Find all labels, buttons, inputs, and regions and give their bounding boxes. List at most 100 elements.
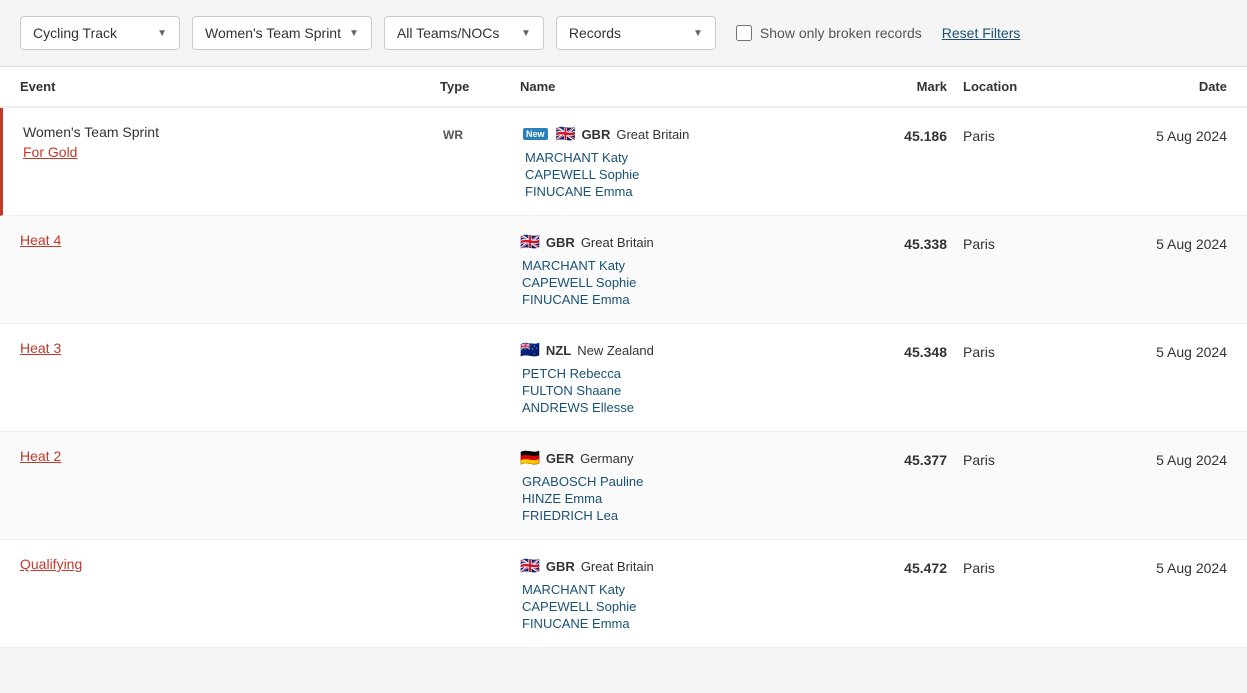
- category-dropdown-label: Records: [569, 25, 621, 41]
- team-code: GBR: [546, 235, 575, 250]
- team-name: Great Britain: [581, 559, 654, 574]
- location-value: Paris: [947, 448, 1067, 468]
- mark-value: 45.472: [827, 556, 947, 576]
- event-cell: Qualifying: [20, 556, 440, 572]
- event-cell: Women's Team SprintFor Gold: [23, 124, 443, 160]
- athlete-name: PETCH Rebecca: [520, 366, 827, 381]
- team-line: 🇩🇪 GER Germany: [520, 448, 827, 468]
- table-row: Qualifying 🇬🇧 GBR Great Britain MARCHANT Kat…: [0, 540, 1247, 648]
- athlete-name: MARCHANT Katy: [523, 150, 827, 165]
- name-cell: 🇳🇿 NZL New Zealand PETCH Rebecca FULTON Shaa…: [520, 340, 827, 415]
- team-name: New Zealand: [577, 343, 654, 358]
- header-location: Location: [947, 79, 1067, 94]
- teams-dropdown[interactable]: All Teams/NOCs ▼: [384, 16, 544, 50]
- reset-filters-button[interactable]: Reset Filters: [942, 25, 1021, 41]
- date-value: 5 Aug 2024: [1067, 556, 1227, 576]
- mark-value: 45.348: [827, 340, 947, 360]
- athlete-name: HINZE Emma: [520, 491, 827, 506]
- name-cell: 🇬🇧 GBR Great Britain MARCHANT Katy CAPEWELL …: [520, 556, 827, 631]
- athlete-name: MARCHANT Katy: [520, 582, 827, 597]
- team-line: 🇬🇧 GBR Great Britain: [520, 556, 827, 576]
- date-value: 5 Aug 2024: [1067, 340, 1227, 360]
- header-mark: Mark: [827, 79, 947, 94]
- table-body: Women's Team SprintFor GoldWRNew🇬🇧GBRGre…: [0, 108, 1247, 648]
- athlete-name: GRABOSCH Pauline: [520, 474, 827, 489]
- event-dropdown[interactable]: Women's Team Sprint ▼: [192, 16, 372, 50]
- flag-icon: 🇳🇿: [520, 340, 540, 360]
- header-event: Event: [20, 79, 440, 94]
- flag-icon: 🇬🇧: [520, 232, 540, 252]
- event-link[interactable]: Qualifying: [20, 556, 440, 572]
- team-code: NZL: [546, 343, 571, 358]
- name-cell: 🇬🇧 GBR Great Britain MARCHANT Katy CAPEWELL …: [520, 232, 827, 307]
- show-broken-text: Show only broken records: [760, 25, 922, 41]
- type-badge: [440, 556, 520, 560]
- show-broken-checkbox[interactable]: [736, 25, 752, 41]
- date-value: 5 Aug 2024: [1067, 124, 1227, 144]
- table-row: Heat 3 🇳🇿 NZL New Zealand PETCH Rebecca FULTO…: [0, 324, 1247, 432]
- event-cell: Heat 4: [20, 232, 440, 248]
- athlete-name: CAPEWELL Sophie: [520, 599, 827, 614]
- event-cell: Heat 2: [20, 448, 440, 464]
- date-value: 5 Aug 2024: [1067, 448, 1227, 468]
- team-code: GBR: [581, 127, 610, 142]
- event-chevron-icon: ▼: [349, 28, 359, 39]
- athlete-name: CAPEWELL Sophie: [523, 167, 827, 182]
- date-value: 5 Aug 2024: [1067, 232, 1227, 252]
- team-name: Great Britain: [616, 127, 689, 142]
- location-value: Paris: [947, 556, 1067, 576]
- table-row: Heat 2 🇩🇪 GER Germany GRABOSCH Pauline HINZE …: [0, 432, 1247, 540]
- athlete-name: CAPEWELL Sophie: [520, 275, 827, 290]
- team-code: GBR: [546, 559, 575, 574]
- sport-dropdown[interactable]: Cycling Track ▼: [20, 16, 180, 50]
- flag-icon: 🇬🇧: [556, 124, 576, 144]
- team-line: New🇬🇧GBRGreat Britain: [523, 124, 827, 144]
- table-header-row: Event Type Name Mark Location Date: [0, 67, 1247, 108]
- mark-value: 45.338: [827, 232, 947, 252]
- flag-icon: 🇩🇪: [520, 448, 540, 468]
- header-name: Name: [520, 79, 827, 94]
- sport-chevron-icon: ▼: [157, 28, 167, 39]
- category-chevron-icon: ▼: [693, 28, 703, 39]
- type-badge: WR: [443, 124, 523, 142]
- team-name: Great Britain: [581, 235, 654, 250]
- mark-value: 45.186: [827, 124, 947, 144]
- flag-icon: 🇬🇧: [520, 556, 540, 576]
- event-cell: Heat 3: [20, 340, 440, 356]
- event-link[interactable]: Heat 4: [20, 232, 440, 248]
- mark-value: 45.377: [827, 448, 947, 468]
- header-type: Type: [440, 79, 520, 94]
- name-cell: New🇬🇧GBRGreat BritainMARCHANT KatyCAPEWE…: [523, 124, 827, 199]
- team-line: 🇬🇧 GBR Great Britain: [520, 232, 827, 252]
- teams-chevron-icon: ▼: [521, 28, 531, 39]
- sport-dropdown-label: Cycling Track: [33, 25, 117, 41]
- athlete-name: ANDREWS Ellesse: [520, 400, 827, 415]
- header-date: Date: [1067, 79, 1227, 94]
- event-dropdown-label: Women's Team Sprint: [205, 25, 341, 41]
- event-sub-link[interactable]: For Gold: [23, 144, 443, 160]
- table-row: Heat 4 🇬🇧 GBR Great Britain MARCHANT Katy CAP…: [0, 216, 1247, 324]
- event-link[interactable]: Heat 3: [20, 340, 440, 356]
- athlete-name: FULTON Shaane: [520, 383, 827, 398]
- filter-bar: Cycling Track ▼ Women's Team Sprint ▼ Al…: [0, 0, 1247, 67]
- teams-dropdown-label: All Teams/NOCs: [397, 25, 499, 41]
- athlete-name: MARCHANT Katy: [520, 258, 827, 273]
- records-table: Event Type Name Mark Location Date Women…: [0, 67, 1247, 648]
- show-broken-label: Show only broken records: [736, 25, 922, 41]
- athlete-name: FINUCANE Emma: [523, 184, 827, 199]
- location-value: Paris: [947, 340, 1067, 360]
- type-badge: [440, 232, 520, 236]
- athlete-name: FINUCANE Emma: [520, 292, 827, 307]
- type-badge: [440, 340, 520, 344]
- team-line: 🇳🇿 NZL New Zealand: [520, 340, 827, 360]
- table-row: Women's Team SprintFor GoldWRNew🇬🇧GBRGre…: [0, 108, 1247, 216]
- team-name: Germany: [580, 451, 633, 466]
- athlete-name: FRIEDRICH Lea: [520, 508, 827, 523]
- category-dropdown[interactable]: Records ▼: [556, 16, 716, 50]
- athlete-name: FINUCANE Emma: [520, 616, 827, 631]
- name-cell: 🇩🇪 GER Germany GRABOSCH Pauline HINZE Emma FR…: [520, 448, 827, 523]
- location-value: Paris: [947, 124, 1067, 144]
- event-link[interactable]: Heat 2: [20, 448, 440, 464]
- team-code: GER: [546, 451, 574, 466]
- location-value: Paris: [947, 232, 1067, 252]
